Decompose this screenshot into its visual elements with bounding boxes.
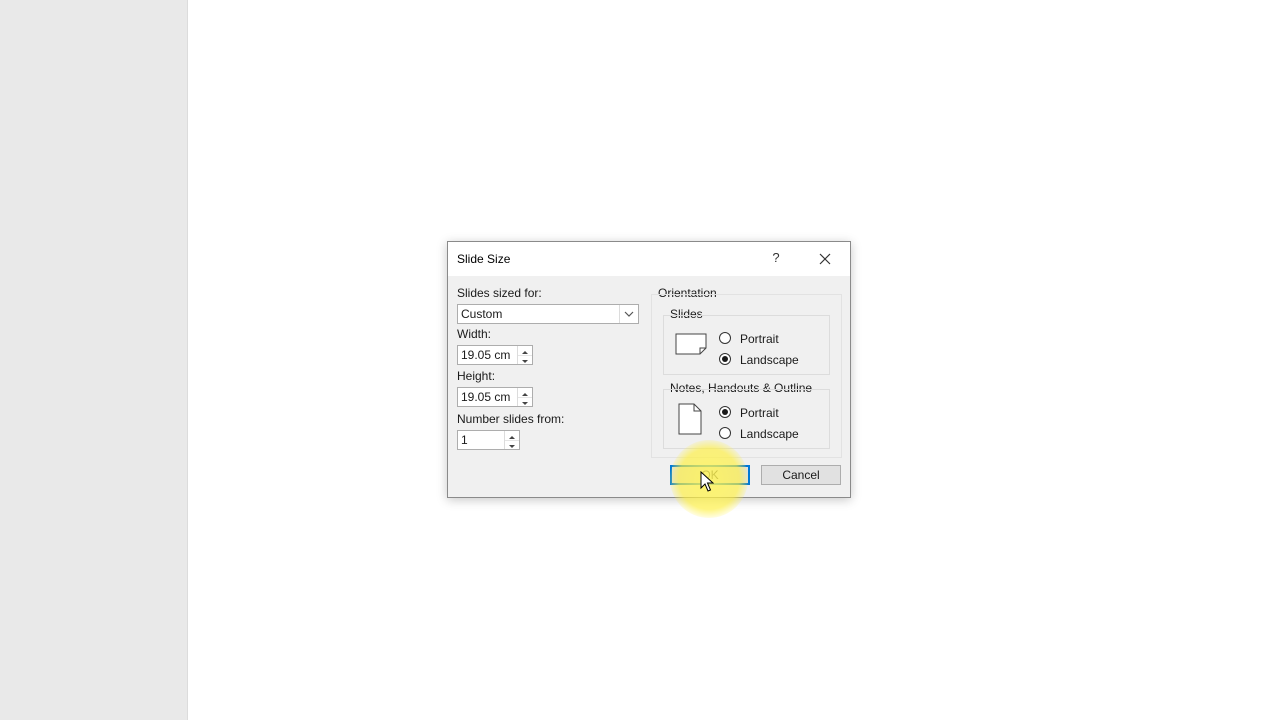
notes-landscape-label[interactable]: Landscape — [740, 427, 799, 441]
slides-sized-for-value: Custom — [461, 307, 503, 321]
close-icon[interactable] — [814, 248, 836, 270]
number-spin-arrows — [504, 431, 519, 449]
height-spin-arrows — [517, 388, 532, 406]
slides-landscape-label[interactable]: Landscape — [740, 353, 799, 367]
slide-thumbnail-pane — [0, 0, 188, 720]
height-value: 19.05 cm — [461, 390, 511, 404]
slides-portrait-label[interactable]: Portrait — [740, 332, 779, 346]
slide-size-dialog: Slide Size ? Slides sized for: Custom Wi… — [447, 241, 851, 498]
slides-portrait-radio[interactable] — [719, 332, 731, 344]
dialog-titlebar: Slide Size ? — [448, 242, 850, 276]
notes-landscape-radio[interactable] — [719, 427, 731, 439]
help-icon[interactable]: ? — [768, 250, 784, 268]
number-slides-from-spinner[interactable]: 1 — [457, 430, 520, 450]
width-spin-arrows — [517, 346, 532, 364]
spin-down-icon[interactable] — [518, 355, 532, 364]
width-label: Width: — [457, 327, 492, 341]
slides-sized-for-label: Slides sized for: — [457, 286, 542, 300]
width-spinner[interactable]: 19.05 cm — [457, 345, 533, 365]
landscape-slide-icon — [675, 332, 707, 359]
width-value: 19.05 cm — [461, 348, 511, 362]
ok-button[interactable]: OK — [670, 465, 750, 485]
slides-sized-for-select[interactable]: Custom — [457, 304, 639, 324]
height-spinner[interactable]: 19.05 cm — [457, 387, 533, 407]
number-slides-from-value: 1 — [461, 433, 468, 447]
spin-down-icon[interactable] — [505, 440, 519, 449]
portrait-page-icon — [678, 403, 702, 438]
number-slides-from-label: Number slides from: — [457, 412, 565, 426]
slides-landscape-radio[interactable] — [719, 353, 731, 365]
notes-portrait-radio[interactable] — [719, 406, 731, 418]
chevron-down-icon[interactable] — [619, 305, 638, 323]
cancel-button[interactable]: Cancel — [761, 465, 841, 485]
height-label: Height: — [457, 369, 496, 383]
spin-down-icon[interactable] — [518, 397, 532, 406]
notes-portrait-label[interactable]: Portrait — [740, 406, 779, 420]
dialog-title: Slide Size — [457, 252, 511, 266]
